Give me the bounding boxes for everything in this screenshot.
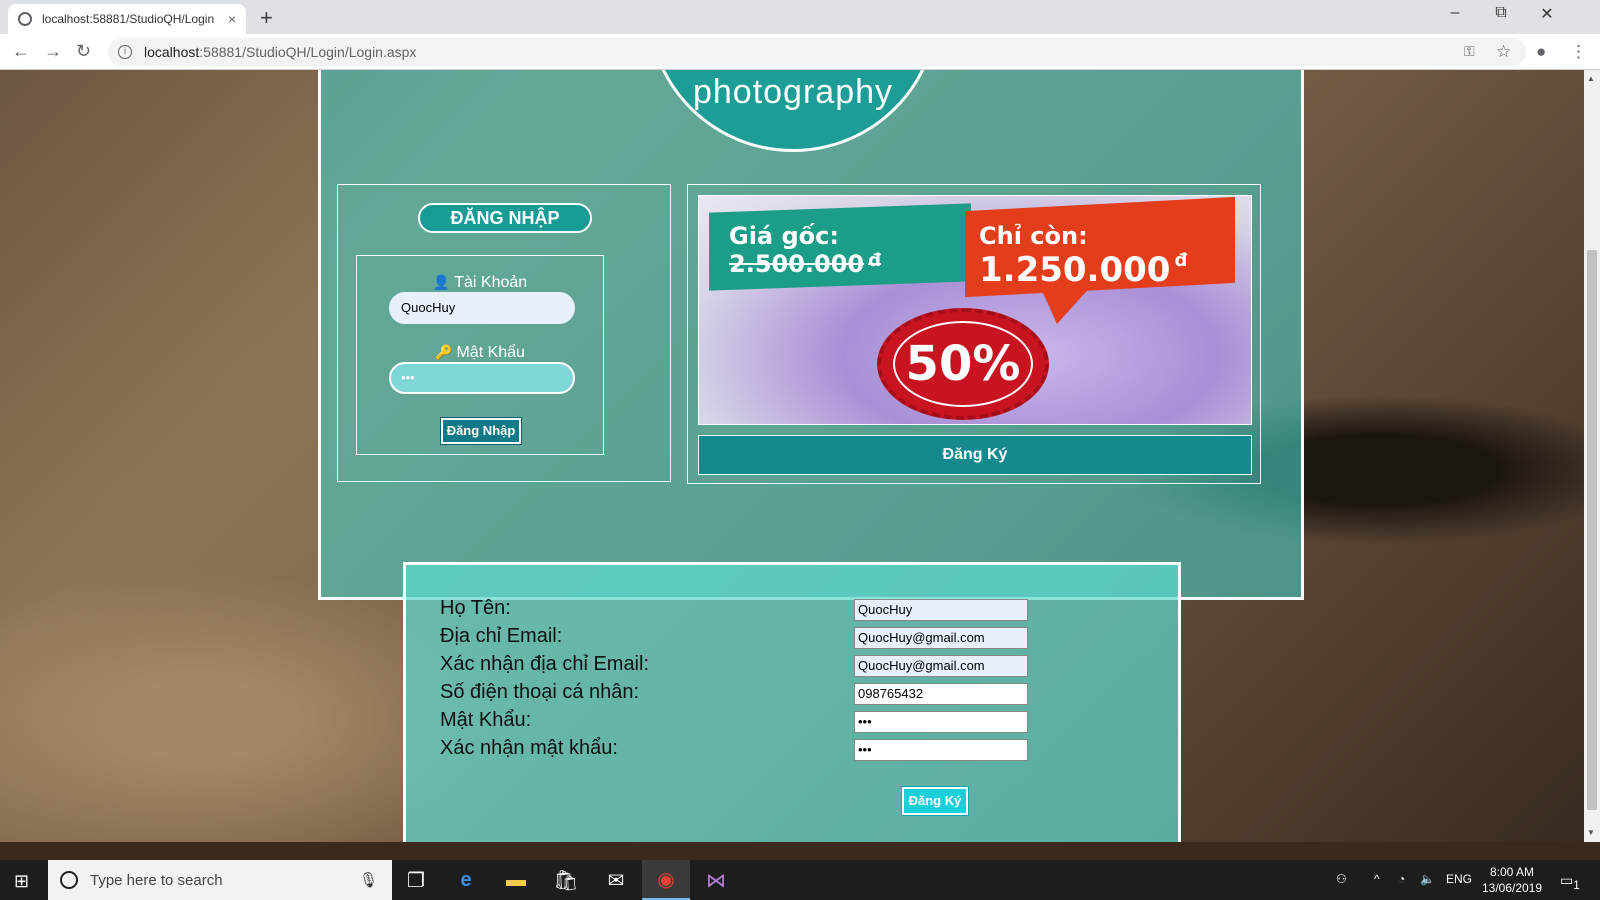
password-label: 🔑 Mật Khẩu <box>357 344 603 362</box>
task-view-icon[interactable]: ❐ <box>392 860 440 900</box>
current-price-label: Chỉ còn: <box>979 222 1088 250</box>
discount-badge: 50% <box>877 308 1049 420</box>
email-input[interactable]: QuocHuy@gmail.com <box>854 627 1028 649</box>
scroll-down-icon[interactable]: ▼ <box>1587 828 1595 837</box>
password-label-text: Mật Khẩu <box>456 344 525 361</box>
cortana-icon <box>60 871 78 889</box>
register-submit-button[interactable]: Đăng Ký <box>901 786 969 816</box>
tab-title: localhost:58881/StudioQH/Login <box>42 12 215 26</box>
edge-icon[interactable]: e <box>442 860 490 900</box>
user-icon: 👤 <box>432 274 451 290</box>
back-icon[interactable]: ← <box>12 41 30 62</box>
password-input[interactable]: ••• <box>389 362 575 394</box>
original-price-value: 2.500.000 <box>729 250 865 278</box>
browser-tab-strip: localhost:58881/StudioQH/Login × + – ⧉ ✕ <box>0 0 1600 34</box>
volume-icon[interactable]: 🔈 <box>1420 872 1435 886</box>
original-price-label: Giá gốc: <box>729 222 839 250</box>
reload-icon[interactable]: ↻ <box>76 41 91 62</box>
email-label: Địa chỉ Email: <box>440 625 563 647</box>
scroll-up-icon[interactable]: ▲ <box>1587 74 1595 83</box>
register-row-email: Địa chỉ Email: QuocHuy@gmail.com <box>440 625 1030 651</box>
current-price-value: 1.250.000 <box>979 250 1171 290</box>
taskbar-search[interactable]: Type here to search 🎙 <box>48 860 392 900</box>
search-placeholder: Type here to search <box>90 871 223 889</box>
close-tab-icon[interactable]: × <box>228 11 236 27</box>
windows-taskbar: ⊞ Type here to search 🎙 ❐ e ▬ 🛍 ✉ ◉ ⋈ ⚇ … <box>0 860 1600 900</box>
minimize-button[interactable]: – <box>1432 4 1478 22</box>
confirm-email-label: Xác nhận địa chỉ Email: <box>440 653 650 675</box>
username-input[interactable]: QuocHuy <box>389 292 575 324</box>
name-label: Họ Tên: <box>440 597 511 619</box>
promo-register-button[interactable]: Đăng Ký <box>698 435 1252 475</box>
url-host: localhost <box>144 44 200 60</box>
phone-label: Số điện thoại cá nhân: <box>440 681 640 703</box>
browser-tab[interactable]: localhost:58881/StudioQH/Login × <box>8 4 246 34</box>
site-info-icon[interactable]: i <box>118 45 132 59</box>
address-toolbar: ← → ↻ i localhost:58881/StudioQH/Login/L… <box>0 34 1600 70</box>
clock-time: 8:00 AM <box>1489 865 1535 879</box>
login-title: ĐĂNG NHẬP <box>418 203 592 233</box>
key-icon: 🔑 <box>435 344 453 360</box>
language-indicator[interactable]: ENG <box>1446 872 1472 886</box>
file-explorer-icon[interactable]: ▬ <box>492 860 540 900</box>
promo-banner: Giá gốc: 2.500.000 đ Chỉ còn: 1.250.000 đ … <box>698 195 1252 425</box>
current-price: 1.250.000 đ <box>979 250 1187 290</box>
new-tab-button[interactable]: + <box>260 5 273 31</box>
logo-text: photography <box>692 73 894 111</box>
confirm-password-label: Xác nhận mật khẩu: <box>440 737 618 759</box>
username-label: 👤 Tài Khoản <box>357 274 603 292</box>
promo-box: Giá gốc: 2.500.000 đ Chỉ còn: 1.250.000 đ … <box>687 184 1261 484</box>
account-icon[interactable]: ● <box>1536 42 1546 62</box>
menu-icon[interactable]: ⋮ <box>1570 42 1587 62</box>
confirm-password-input[interactable]: ••• <box>854 739 1028 761</box>
register-row-password: Mật Khẩu: ••• <box>440 709 1030 735</box>
reg-password-input[interactable]: ••• <box>854 711 1028 733</box>
key-icon[interactable]: ⚿ <box>1464 43 1475 60</box>
network-icon[interactable]: ◔ <box>1398 872 1405 886</box>
confirm-email-input[interactable]: QuocHuy@gmail.com <box>854 655 1028 677</box>
windows-start-icon[interactable]: ⊞ <box>14 871 29 892</box>
show-hidden-icons[interactable]: ^ <box>1374 872 1380 886</box>
login-box: ĐĂNG NHẬP 👤 Tài Khoản QuocHuy 🔑 Mật Khẩu •… <box>337 184 671 482</box>
forward-icon[interactable]: → <box>44 41 62 62</box>
header-panel: photography ĐĂNG NHẬP 👤 Tài Khoản QuocHuy… <box>318 70 1304 600</box>
globe-icon <box>18 12 32 26</box>
name-input[interactable]: QuocHuy <box>854 599 1028 621</box>
url-path: :58881/StudioQH/Login/Login.aspx <box>199 44 417 60</box>
visual-studio-icon[interactable]: ⋈ <box>692 860 740 900</box>
scrollbar-thumb[interactable] <box>1587 250 1597 810</box>
microphone-icon[interactable]: 🎙 <box>359 871 378 889</box>
close-window-button[interactable]: ✕ <box>1524 4 1570 24</box>
chrome-icon[interactable]: ◉ <box>642 860 690 900</box>
register-row-confirm-password: Xác nhận mật khẩu: ••• <box>440 737 1030 763</box>
promo-red-tail <box>1039 284 1093 324</box>
currency-symbol: đ <box>1174 250 1188 271</box>
url-bar[interactable]: i localhost:58881/StudioQH/Login/Login.a… <box>108 38 1526 66</box>
register-row-name: Họ Tên: QuocHuy <box>440 597 1030 623</box>
register-form: Họ Tên: QuocHuy Địa chỉ Email: QuocHuy@g… <box>403 562 1181 842</box>
login-button[interactable]: Đăng Nhập <box>440 417 522 445</box>
page-viewport: photography ĐĂNG NHẬP 👤 Tài Khoản QuocHuy… <box>0 70 1584 842</box>
register-row-confirm-email: Xác nhận địa chỉ Email: QuocHuy@gmail.co… <box>440 653 1030 679</box>
clock-date: 13/06/2019 <box>1481 881 1543 895</box>
notification-count: 1 <box>1573 878 1580 892</box>
maximize-button[interactable]: ⧉ <box>1478 4 1524 22</box>
studio-logo: photography <box>647 70 939 152</box>
currency-symbol: đ <box>868 250 882 271</box>
people-icon[interactable]: ⚇ <box>1336 872 1347 886</box>
store-icon[interactable]: 🛍 <box>542 860 590 900</box>
taskbar-clock[interactable]: 8:00 AM 13/06/2019 <box>1476 864 1548 896</box>
notification-icon[interactable]: ▭1 <box>1560 872 1580 892</box>
register-row-phone: Số điện thoại cá nhân: 098765432 <box>440 681 1030 707</box>
page-scrollbar[interactable]: ▲ ▼ <box>1584 70 1600 842</box>
username-label-text: Tài Khoản <box>454 274 528 291</box>
mail-icon[interactable]: ✉ <box>592 860 640 900</box>
discount-text: 50% <box>893 321 1033 407</box>
reg-password-label: Mật Khẩu: <box>440 709 532 731</box>
phone-input[interactable]: 098765432 <box>854 683 1028 705</box>
original-price: 2.500.000 đ <box>729 250 881 278</box>
login-form: 👤 Tài Khoản QuocHuy 🔑 Mật Khẩu ••• Đăng Nh… <box>356 255 604 455</box>
star-icon[interactable]: ☆ <box>1496 42 1511 62</box>
